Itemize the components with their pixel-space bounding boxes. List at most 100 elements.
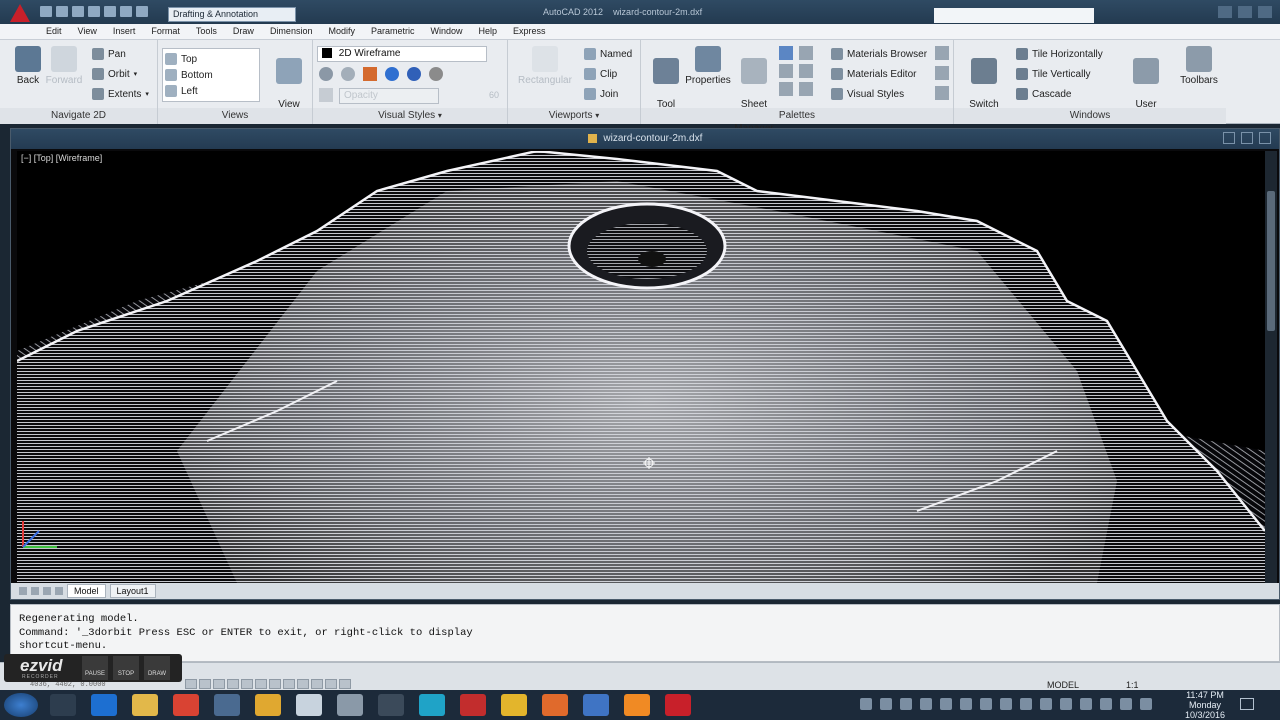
- save-as-icon[interactable]: [88, 6, 100, 17]
- help-search-input[interactable]: [934, 8, 1094, 23]
- drawing-minimize-icon[interactable]: [1223, 132, 1235, 144]
- menu-parametric[interactable]: Parametric: [363, 24, 423, 39]
- menu-window[interactable]: Window: [423, 24, 471, 39]
- task-view-icon[interactable]: [50, 694, 76, 716]
- join-viewport-button[interactable]: Join: [584, 86, 618, 102]
- markup-icon[interactable]: [779, 64, 793, 78]
- osnap-icon[interactable]: [241, 679, 253, 689]
- panel-label-viewports[interactable]: Viewports ▾: [508, 108, 640, 124]
- chevron-down-icon[interactable]: ▾: [145, 90, 149, 98]
- lineweight-icon[interactable]: [297, 679, 309, 689]
- material-icon[interactable]: [429, 67, 443, 81]
- toolbars-button[interactable]: Toolbars: [1176, 46, 1222, 87]
- tray-icon[interactable]: [880, 698, 892, 710]
- prev-layout-icon[interactable]: [31, 587, 39, 595]
- app-icon[interactable]: [255, 694, 281, 716]
- stop-button[interactable]: STOP: [113, 656, 139, 680]
- dyn-icon[interactable]: [283, 679, 295, 689]
- layer-properties-icon[interactable]: [779, 46, 793, 60]
- tile-vertically-button[interactable]: Tile Vertically: [1016, 66, 1091, 82]
- quick-properties-icon[interactable]: [325, 679, 337, 689]
- view-top-button[interactable]: Top: [165, 51, 197, 67]
- tray-icon[interactable]: [1040, 698, 1052, 710]
- forward-button[interactable]: Forward: [44, 46, 84, 87]
- minimize-icon[interactable]: [1218, 6, 1232, 18]
- coordinates-readout[interactable]: 4036, 4402, 0.0000: [30, 681, 106, 689]
- tab-model[interactable]: Model: [67, 584, 106, 598]
- face-style-icon[interactable]: [407, 67, 421, 81]
- materials-browser-button[interactable]: Materials Browser: [831, 46, 927, 62]
- chevron-down-icon[interactable]: ▾: [134, 70, 138, 78]
- media-player-icon[interactable]: [624, 694, 650, 716]
- tray-icon[interactable]: [980, 698, 992, 710]
- menu-draw[interactable]: Draw: [225, 24, 262, 39]
- rectangular-viewport-button[interactable]: Rectangular: [512, 46, 578, 87]
- orbit-button[interactable]: Orbit ▾: [92, 66, 137, 82]
- app-icon[interactable]: [460, 694, 486, 716]
- file-explorer-icon[interactable]: [132, 694, 158, 716]
- menu-edit[interactable]: Edit: [38, 24, 70, 39]
- grid-icon[interactable]: [199, 679, 211, 689]
- pan-button[interactable]: Pan: [92, 46, 126, 62]
- viewport-controls-label[interactable]: [−] [Top] [Wireframe]: [21, 153, 102, 163]
- ortho-icon[interactable]: [213, 679, 225, 689]
- materials-editor-button[interactable]: Materials Editor: [831, 66, 916, 82]
- menu-format[interactable]: Format: [143, 24, 188, 39]
- tile-horizontally-button[interactable]: Tile Horizontally: [1016, 46, 1103, 62]
- db-connect-icon[interactable]: [779, 82, 793, 96]
- open-icon[interactable]: [56, 6, 68, 17]
- new-icon[interactable]: [40, 6, 52, 17]
- ducs-icon[interactable]: [269, 679, 281, 689]
- next-layout-icon[interactable]: [43, 587, 51, 595]
- properties-button[interactable]: Properties: [683, 46, 733, 87]
- app-icon[interactable]: [501, 694, 527, 716]
- tray-icon[interactable]: [1020, 698, 1032, 710]
- chrome-icon[interactable]: [173, 694, 199, 716]
- edge-browser-icon[interactable]: [91, 694, 117, 716]
- xray-icon[interactable]: [363, 67, 377, 81]
- tray-icon[interactable]: [860, 698, 872, 710]
- annotation-scale[interactable]: 1:1: [1126, 680, 1139, 690]
- autocad-taskbar-icon[interactable]: [665, 694, 691, 716]
- plot-icon[interactable]: [104, 6, 116, 17]
- tray-icon[interactable]: [960, 698, 972, 710]
- quick-calc-icon[interactable]: [799, 64, 813, 78]
- menu-dimension[interactable]: Dimension: [262, 24, 321, 39]
- tray-icon[interactable]: [1060, 698, 1072, 710]
- calculator-icon[interactable]: [583, 694, 609, 716]
- vertical-scrollbar[interactable]: [1265, 151, 1277, 583]
- start-button-icon[interactable]: [4, 693, 38, 717]
- polar-icon[interactable]: [227, 679, 239, 689]
- drawing-restore-icon[interactable]: [1241, 132, 1253, 144]
- visual-styles-manager-button[interactable]: Visual Styles: [831, 86, 904, 102]
- selection-cycling-icon[interactable]: [339, 679, 351, 689]
- app-icon[interactable]: [337, 694, 363, 716]
- clip-viewport-button[interactable]: Clip: [584, 66, 617, 82]
- tray-icon[interactable]: [1000, 698, 1012, 710]
- undo-icon[interactable]: [120, 6, 132, 17]
- volume-icon[interactable]: [1120, 698, 1132, 710]
- steam-icon[interactable]: [214, 694, 240, 716]
- document-icon[interactable]: [296, 694, 322, 716]
- render-icon[interactable]: [935, 66, 949, 80]
- menu-view[interactable]: View: [70, 24, 105, 39]
- otrack-icon[interactable]: [255, 679, 267, 689]
- view-left-button[interactable]: Left: [165, 83, 198, 99]
- draw-button[interactable]: DRAW: [144, 656, 170, 680]
- extents-button[interactable]: Extents ▾: [92, 86, 149, 102]
- view-bottom-button[interactable]: Bottom: [165, 67, 213, 83]
- model-viewport[interactable]: [−] [Top] [Wireframe]: [17, 151, 1265, 583]
- menu-express[interactable]: Express: [505, 24, 554, 39]
- redo-icon[interactable]: [136, 6, 148, 17]
- command-line-history[interactable]: Regenerating model. Command: '_3dorbit P…: [10, 604, 1280, 662]
- pause-button[interactable]: PAUSE: [82, 656, 108, 680]
- store-icon[interactable]: [419, 694, 445, 716]
- app-icon[interactable]: [378, 694, 404, 716]
- model-space-toggle[interactable]: MODEL: [1047, 680, 1079, 690]
- back-button[interactable]: Back: [10, 46, 46, 87]
- menu-modify[interactable]: Modify: [320, 24, 363, 39]
- advanced-render-icon[interactable]: [935, 86, 949, 100]
- save-icon[interactable]: [72, 6, 84, 17]
- menu-help[interactable]: Help: [471, 24, 506, 39]
- app-icon[interactable]: [542, 694, 568, 716]
